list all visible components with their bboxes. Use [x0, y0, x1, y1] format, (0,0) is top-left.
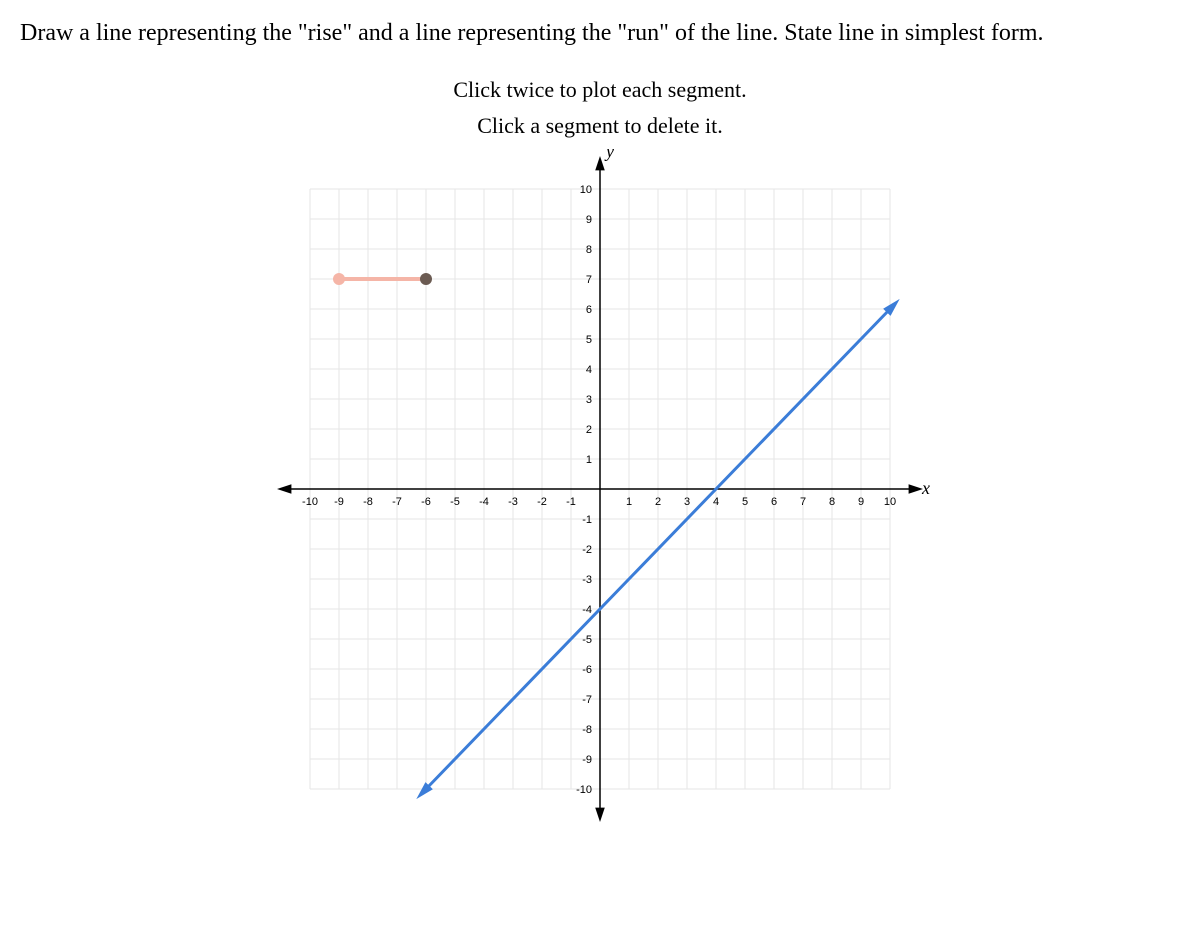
y-tick-label: 7: [586, 274, 592, 286]
y-tick-label: -5: [582, 634, 592, 646]
y-tick-label: 4: [586, 364, 592, 376]
x-tick-label: -5: [450, 496, 460, 508]
x-tick-label: 4: [713, 496, 719, 508]
y-axis-label: y: [604, 149, 614, 161]
x-axis-label: x: [921, 478, 930, 498]
arrowhead-icon: [595, 156, 605, 170]
arrowhead-icon: [595, 808, 605, 822]
y-tick-label: -3: [582, 574, 592, 586]
y-tick-label: -2: [582, 544, 592, 556]
y-tick-label: 3: [586, 394, 592, 406]
x-tick-label: -7: [392, 496, 402, 508]
x-tick-label: 10: [884, 496, 896, 508]
x-tick-label: 9: [858, 496, 864, 508]
y-tick-label: -4: [582, 604, 592, 616]
x-tick-label: 5: [742, 496, 748, 508]
x-tick-label: -2: [537, 496, 547, 508]
y-tick-label: 5: [586, 334, 592, 346]
coordinate-plane[interactable]: -10 -9 -8 -7 -6 -5 -4 -3 -2 -1 1 2 3 4 5 6 7 8 9 10 -10 -9 -8 -…: [250, 149, 950, 829]
segment-endpoint[interactable]: [420, 273, 432, 285]
x-tick-label: -10: [302, 496, 318, 508]
x-tick-label: 6: [771, 496, 777, 508]
y-tick-label: 9: [586, 214, 592, 226]
segment-endpoint[interactable]: [333, 273, 345, 285]
x-tick-label: -9: [334, 496, 344, 508]
x-tick-label: -6: [421, 496, 431, 508]
x-tick-label: 2: [655, 496, 661, 508]
y-tick-label: -1: [582, 514, 592, 526]
x-tick-label: -4: [479, 496, 489, 508]
x-tick-label: 7: [800, 496, 806, 508]
y-tick-label: -10: [576, 784, 592, 796]
x-tick-label: -3: [508, 496, 518, 508]
hint-line-2: Click a segment to delete it.: [20, 113, 1180, 139]
x-tick-label: -1: [566, 496, 576, 508]
y-tick-label: 10: [580, 184, 592, 196]
question-text: Draw a line representing the "rise" and …: [20, 20, 1180, 47]
y-tick-label: -8: [582, 724, 592, 736]
y-tick-label: 2: [586, 424, 592, 436]
y-tick-label: -6: [582, 664, 592, 676]
hint-line-1: Click twice to plot each segment.: [20, 77, 1180, 103]
x-tick-label: 8: [829, 496, 835, 508]
x-tick-label: -8: [363, 496, 373, 508]
y-tick-label: -7: [582, 694, 592, 706]
y-tick-label: -9: [582, 754, 592, 766]
y-tick-label: 6: [586, 304, 592, 316]
x-tick-label: 3: [684, 496, 690, 508]
arrowhead-icon: [277, 484, 291, 494]
y-tick-label: 8: [586, 244, 592, 256]
x-tick-label: 1: [626, 496, 632, 508]
y-tick-label: 1: [586, 454, 592, 466]
arrowhead-icon: [909, 484, 923, 494]
